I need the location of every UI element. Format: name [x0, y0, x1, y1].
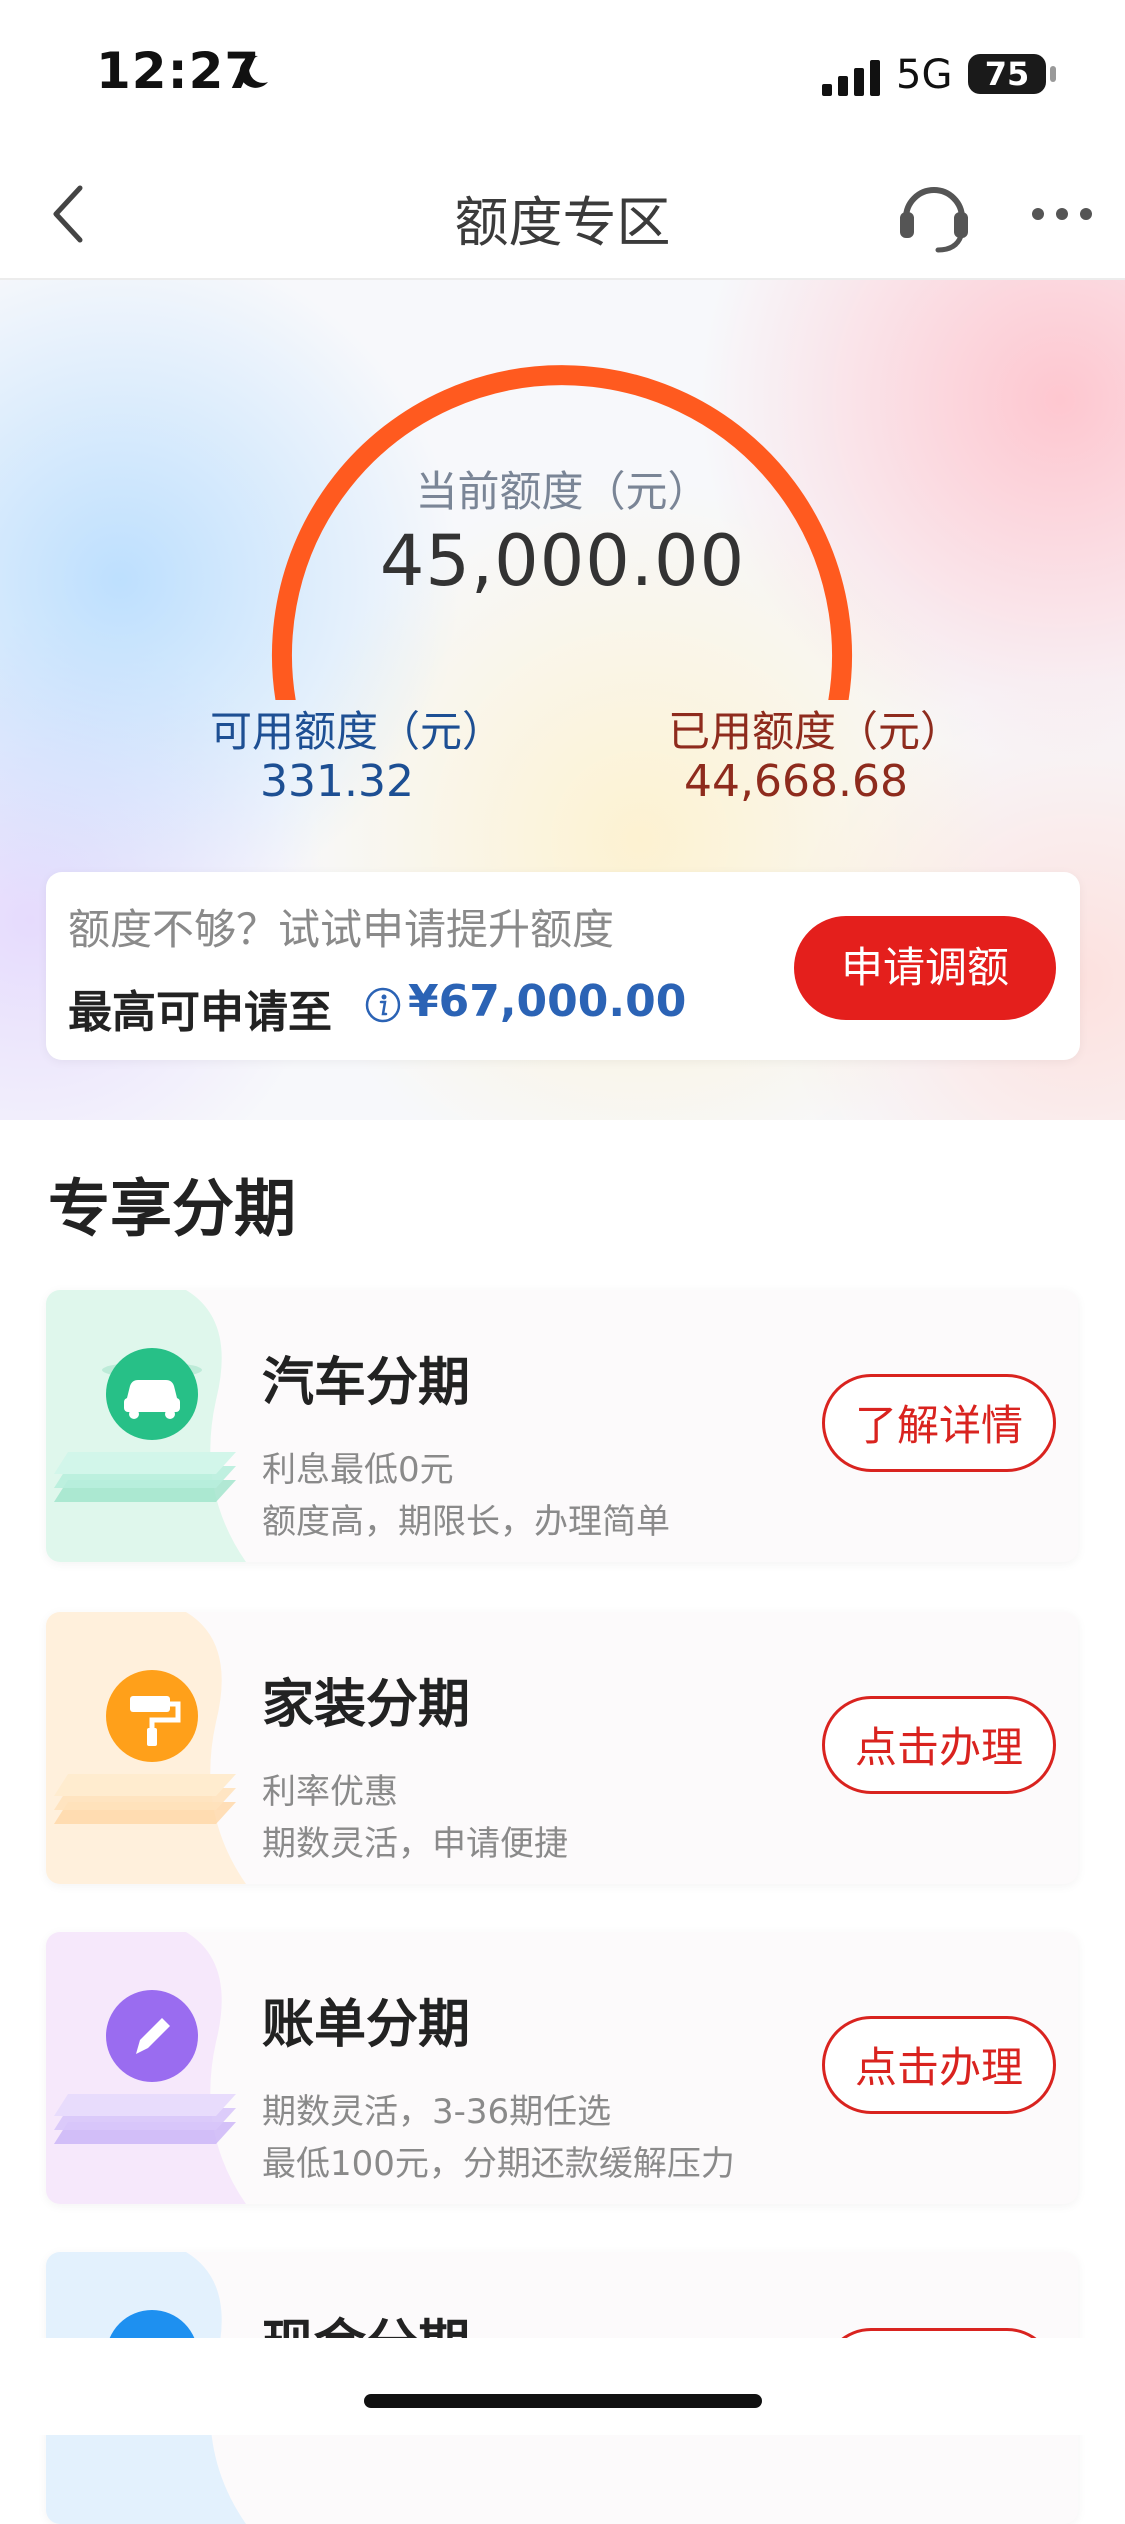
raise-quota-card: 额度不够？试试申请提升额度 最高可申请至 ¥67,000.00 申请调额 [46, 872, 1080, 1060]
plan-card-car[interactable]: 汽车分期 利息最低0元 额度高，期限长，办理简单 了解详情 [46, 1290, 1078, 1562]
moon-icon [239, 55, 268, 88]
section-title: 专享分期 [48, 1172, 297, 1245]
plan-description: 额度高，期限长，办理简单 [262, 1502, 670, 1542]
plan-description: 最低100元，分期还款缓解压力 [262, 2144, 735, 2184]
plan-card-bill[interactable]: 账单分期 期数灵活，3-36期任选 最低100元，分期还款缓解压力 点击办理 [46, 1932, 1078, 2204]
raise-tip: 额度不够？试试申请提升额度 [68, 905, 615, 954]
plan-subtitle: 利率优惠 [262, 1772, 398, 1812]
used-quota-label: 已用额度（元） [668, 707, 963, 756]
plan-card-home[interactable]: 家装分期 利率优惠 期数灵活，申请便捷 点击办理 [46, 1612, 1078, 1884]
plan-title: 汽车分期 [262, 1353, 471, 1413]
home-indicator[interactable] [364, 2394, 762, 2408]
battery-level: 75 [984, 55, 1030, 93]
more-dots-icon[interactable] [1020, 172, 1104, 256]
battery-nub [1050, 66, 1056, 82]
quota-panel: 当前额度（元） 45,000.00 可用额度（元） 331.32 已用额度（元）… [0, 280, 1125, 1120]
plan-title: 账单分期 [262, 1995, 471, 2055]
learn-more-button[interactable]: 了解详情 [822, 1374, 1056, 1472]
apply-raise-button[interactable]: 申请调额 [794, 916, 1056, 1020]
bottom-safe-area [0, 2338, 1125, 2435]
used-quota-value: 44,668.68 [684, 756, 908, 807]
apply-bill-button[interactable]: 点击办理 [822, 2016, 1056, 2114]
raise-max-amount: ¥67,000.00 [408, 976, 687, 1027]
network-type: 5G [896, 52, 953, 98]
available-quota-label: 可用额度（元） [210, 707, 505, 756]
plan-subtitle: 期数灵活，3-36期任选 [262, 2092, 612, 2132]
plan-subtitle: 利息最低0元 [262, 1450, 454, 1490]
info-icon[interactable] [364, 986, 402, 1024]
current-quota-value: 45,000.00 [379, 520, 746, 602]
battery-icon: 75 [968, 54, 1046, 94]
nav-bar: 额度专区 [0, 150, 1125, 280]
raise-max-label: 最高可申请至 [68, 987, 332, 1038]
headset-icon[interactable] [892, 172, 976, 256]
plan-title: 家装分期 [262, 1675, 471, 1735]
signal-icon [822, 60, 880, 96]
available-quota-value: 331.32 [260, 756, 414, 807]
status-bar: 12:27 5G 75 [0, 0, 1125, 150]
plan-description: 期数灵活，申请便捷 [262, 1824, 568, 1864]
apply-home-button[interactable]: 点击办理 [822, 1696, 1056, 1794]
current-quota-label: 当前额度（元） [415, 467, 710, 516]
